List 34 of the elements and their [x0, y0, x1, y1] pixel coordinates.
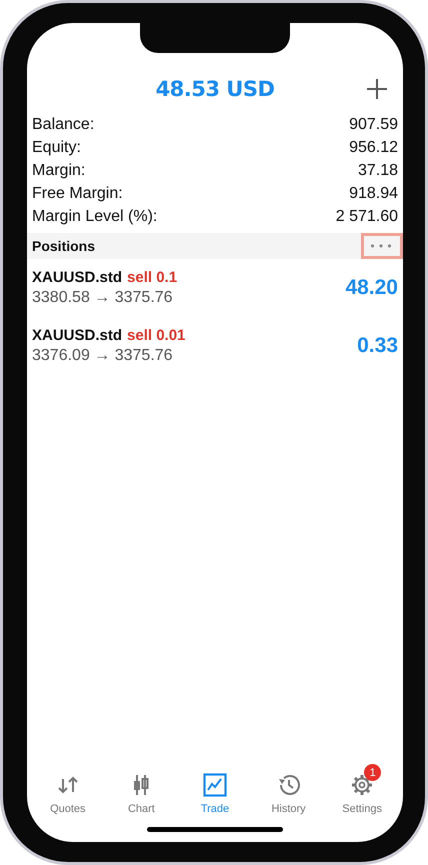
more-button[interactable]: •••	[361, 233, 403, 259]
symbol-text: XAUUSD.std	[32, 269, 122, 286]
price-text: 3376.09 → 3375.76	[32, 347, 174, 365]
tab-item[interactable]: History	[256, 762, 321, 815]
balance-title: 48.53 USD	[156, 77, 274, 101]
profit-text: 48.20	[345, 276, 398, 300]
tab-item[interactable]: Trade	[182, 762, 247, 815]
summary-label: Margin Level (%):	[32, 208, 158, 226]
plus-icon[interactable]	[367, 79, 387, 99]
symbol-text: XAUUSD.std	[32, 327, 122, 344]
tab-item[interactable]: Chart	[109, 762, 174, 815]
summary-value: 918.94	[349, 184, 398, 202]
history-icon	[276, 773, 301, 797]
summary-value: 956.12	[349, 138, 398, 156]
arrows-icon	[56, 775, 79, 795]
section-title: Positions	[32, 238, 96, 254]
profit-text: 0.33	[357, 334, 398, 358]
order-side-text: sell 0.1	[127, 269, 178, 286]
tab-item[interactable]: 1 Settings	[330, 762, 394, 815]
summary-label: Margin:	[32, 162, 86, 180]
summary-value: 907.59	[349, 116, 398, 134]
position-row[interactable]: XAUUSD.std sell 0.1 3380.58 → 3375.76 48.20	[27, 259, 403, 317]
position-row[interactable]: XAUUSD.std sell 0.01 3376.09 → 3375.76 0.33	[27, 317, 403, 375]
tab-item[interactable]: Quotes	[36, 762, 100, 815]
order-side-text: sell 0.01	[127, 327, 186, 344]
summary-value: 2 571.60	[336, 208, 398, 226]
notification-badge: 1	[364, 764, 382, 781]
summary-label: Free Margin:	[32, 184, 123, 202]
candlestick-icon	[131, 774, 152, 796]
price-text: 3380.58 → 3375.76	[32, 289, 174, 307]
summary-value: 37.18	[358, 162, 398, 180]
line-chart-icon	[202, 773, 227, 797]
summary-label: Balance:	[32, 116, 94, 134]
summary-label: Equity:	[32, 138, 81, 156]
